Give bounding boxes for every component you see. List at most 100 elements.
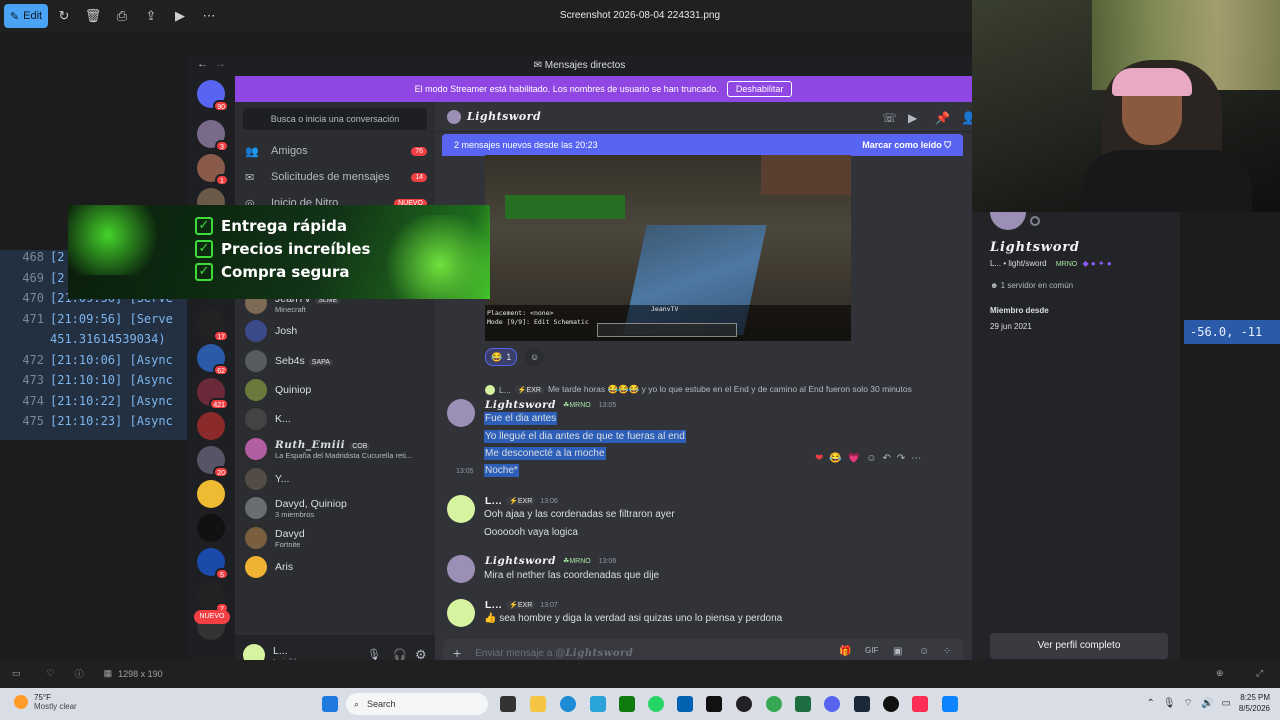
laugh-emoji-icon[interactable]: 😂 xyxy=(829,453,841,464)
reply-icon[interactable]: ↶ xyxy=(883,453,891,464)
chevron-up-icon[interactable]: ⌃ xyxy=(1146,698,1154,709)
taskbar-search[interactable]: ⌕ Search xyxy=(346,693,488,715)
emoji-icon[interactable]: ☺ xyxy=(919,646,929,657)
heart-rainbow-icon[interactable]: 💗 xyxy=(848,453,860,464)
filmstrip-icon[interactable]: ▭ xyxy=(12,668,21,679)
dm-row[interactable]: Ruth_Emiii COB La España del Madridista Cu… xyxy=(245,436,431,462)
more-icon[interactable]: ⋯ xyxy=(196,4,222,28)
add-reaction-icon[interactable]: ☺ xyxy=(525,348,545,366)
disable-streamer-button[interactable]: Deshabilitar xyxy=(726,81,793,97)
clock[interactable]: 8:25 PM 8/5/2026 xyxy=(1239,692,1270,714)
steam-icon[interactable] xyxy=(854,696,870,712)
message-header: L... ⚡EXR 13:06 xyxy=(485,495,558,507)
file-explorer-icon[interactable] xyxy=(530,696,546,712)
server-icon[interactable]: 1 xyxy=(197,154,229,186)
dm-row[interactable]: Aris xyxy=(245,554,431,580)
gif-icon[interactable]: GIF xyxy=(865,646,878,655)
line-number xyxy=(0,332,50,353)
battery-icon[interactable]: ▭ xyxy=(1221,698,1230,709)
info-icon[interactable]: ⓘ xyxy=(75,667,84,680)
avatar[interactable] xyxy=(447,399,475,427)
reply-preview[interactable]: L... ⚡EXR Me tarde horas 😂😂😂 y yo lo que… xyxy=(485,384,912,395)
start-icon[interactable] xyxy=(322,696,338,712)
video-icon[interactable]: ▶ xyxy=(908,111,917,125)
zoom-in-icon[interactable]: ⊕ xyxy=(1216,668,1224,679)
new-messages-bar[interactable]: 2 mensajes nuevos desde las 20:23 Marcar… xyxy=(442,134,963,156)
slideshow-icon[interactable]: ▶ xyxy=(167,4,193,28)
message-author[interactable]: L... xyxy=(485,599,502,611)
message-author[interactable]: L... xyxy=(485,495,502,507)
edit-button[interactable]: ✎ Edit xyxy=(4,4,48,28)
dm-row[interactable]: Davyd Fortnite xyxy=(245,525,431,551)
server-icon[interactable]: 17 xyxy=(197,310,229,342)
message-author[interactable]: Lightsword xyxy=(485,555,556,567)
fullscreen-icon[interactable]: ⤢ xyxy=(1256,668,1263,679)
weather-widget[interactable]: 75°F Mostly clear xyxy=(14,693,77,711)
avatar[interactable] xyxy=(447,555,475,583)
avatar[interactable] xyxy=(447,495,475,523)
whatsapp-icon[interactable] xyxy=(648,696,664,712)
mark-read-button[interactable]: Marcar como leído ⛉ xyxy=(862,140,951,151)
server-icon[interactable]: 62 xyxy=(197,344,229,376)
twitter-icon[interactable] xyxy=(590,696,606,712)
server-icon[interactable] xyxy=(197,412,225,440)
dm-row[interactable]: Y... xyxy=(245,466,431,492)
rotate-icon[interactable]: ↻ xyxy=(51,4,77,28)
server-icon[interactable]: 421 xyxy=(197,378,229,410)
add-reaction-icon[interactable]: ☺ xyxy=(866,453,876,464)
dm-search-input[interactable]: Busca o inicia una conversación xyxy=(243,108,427,130)
wifi-icon[interactable]: ⌔ xyxy=(1184,697,1193,710)
print-icon[interactable]: ⎙ xyxy=(109,4,135,28)
dm-row[interactable]: Josh xyxy=(245,318,431,344)
avatar[interactable] xyxy=(447,599,475,627)
sticker-icon[interactable]: ▣ xyxy=(893,646,902,657)
dm-nav-item[interactable]: 👥 Amigos 76 xyxy=(245,139,427,163)
github-icon[interactable] xyxy=(883,696,899,712)
photos-icon[interactable] xyxy=(942,696,958,712)
excel-icon[interactable] xyxy=(795,696,811,712)
apps-icon[interactable]: ⁘ xyxy=(943,646,951,657)
favorite-icon[interactable]: ♡ xyxy=(47,668,55,679)
reaction-button[interactable]: 😂 1 xyxy=(485,348,518,366)
discord-home-icon[interactable]: 90 xyxy=(197,80,229,112)
heart-emoji-icon[interactable]: ❤ xyxy=(815,453,823,464)
message-author[interactable]: Lightsword xyxy=(485,399,556,411)
server-icon[interactable] xyxy=(197,480,225,508)
forward-icon[interactable]: ↷ xyxy=(897,453,905,464)
discord-icon[interactable] xyxy=(824,696,840,712)
server-icon[interactable]: 20 xyxy=(197,446,229,478)
xbox-icon[interactable] xyxy=(619,696,635,712)
microphone-icon[interactable]: 🎙 xyxy=(1163,698,1176,709)
add-friend-icon[interactable]: 👤 xyxy=(961,111,972,125)
gift-icon[interactable]: 🎁 xyxy=(839,646,851,657)
dm-row[interactable]: K... xyxy=(245,406,431,432)
task-view-icon[interactable] xyxy=(500,696,516,712)
pin-icon[interactable]: 📌 xyxy=(935,111,950,125)
more-options-icon[interactable]: ⋯ xyxy=(911,453,921,464)
new-pill[interactable]: NUEVO xyxy=(194,610,230,624)
edge-icon[interactable] xyxy=(560,696,576,712)
obs-icon[interactable] xyxy=(736,696,752,712)
add-attachment-icon[interactable]: + xyxy=(453,645,461,661)
server-icon[interactable]: 2 xyxy=(197,582,229,614)
tiktok-icon[interactable] xyxy=(706,696,722,712)
store-icon[interactable] xyxy=(677,696,693,712)
chrome-icon[interactable] xyxy=(766,696,782,712)
dm-row[interactable]: Quiniop xyxy=(245,377,431,403)
avatar[interactable] xyxy=(990,212,1026,230)
dm-nav-item[interactable]: ✉ Solicitudes de mensajes 14 xyxy=(245,165,427,189)
minecraft-screenshot[interactable]: Placement: <none> Mode [9/9]: Edit Schem… xyxy=(485,155,851,341)
profile-name: Lightsword xyxy=(990,240,1080,255)
full-profile-button[interactable]: Ver perfil completo xyxy=(990,633,1168,659)
server-icon[interactable]: 3 xyxy=(197,120,229,152)
server-icon[interactable] xyxy=(197,514,225,542)
tiktok-live-icon[interactable] xyxy=(912,696,928,712)
mutual-servers[interactable]: ☻ 1 servidor en común xyxy=(990,281,1073,290)
share-icon[interactable]: ⇪ xyxy=(138,4,164,28)
delete-icon[interactable]: 🗑 xyxy=(80,4,106,28)
server-icon[interactable]: 5 xyxy=(197,548,229,580)
call-icon[interactable]: ☏ xyxy=(882,111,897,125)
volume-icon[interactable]: 🔊 xyxy=(1201,698,1213,709)
dm-row[interactable]: Seb4s SAPA xyxy=(245,348,431,374)
dm-row[interactable]: Davyd, Quiniop 3 miembros xyxy=(245,495,431,521)
